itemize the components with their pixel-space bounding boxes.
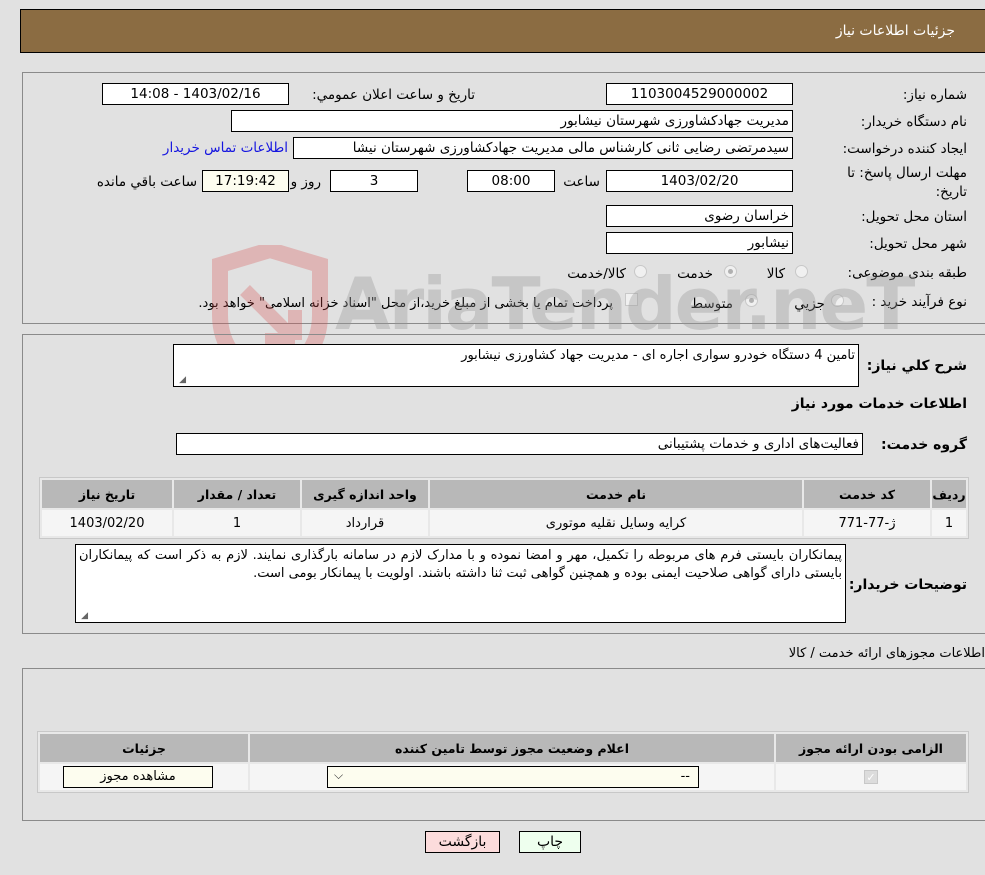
resize-grip-icon[interactable]: ◢ (176, 375, 186, 385)
buyer-contact-link[interactable]: اطلاعات تماس خريدار (163, 140, 288, 156)
deadline-time-field[interactable]: 08:00 (467, 170, 555, 192)
buyer-org-field[interactable]: مديريت جهادکشاورزی شهرستان نيشابور (231, 110, 793, 132)
permit-status-select[interactable]: -- ⌵ (327, 766, 699, 788)
col-quantity: تعداد / مقدار (174, 480, 300, 508)
time-remaining-label: ساعت باقي مانده (96, 174, 197, 190)
days-remaining-field[interactable]: 3 (330, 170, 418, 192)
buyer-notes-label: توضيحات خريدار: (848, 577, 967, 593)
page-header: جزئيات اطلاعات نياز (20, 9, 985, 53)
view-permit-button[interactable]: مشاهده مجوز (63, 766, 213, 788)
description-text: تامين 4 دستگاه خودرو سواری اجاره ای - مد… (461, 348, 855, 363)
buyer-notes-text: پيمانکاران بايستی فرم های مربوطه را تکمي… (79, 548, 842, 581)
service-group-field[interactable]: فعاليت‌های اداری و خدمات پشتيبانی (176, 433, 863, 455)
service-group-label: گروه خدمت: (881, 437, 967, 453)
cell-quantity: 1 (174, 510, 300, 536)
deadline-label: مهلت ارسال پاسخ: تا تاريخ: (847, 165, 967, 200)
back-button[interactable]: بازگشت (425, 831, 500, 853)
cell-service-name: کرايه وسايل نقليه موتوری (430, 510, 802, 536)
cell-need-date: 1403/02/20 (42, 510, 172, 536)
city-field[interactable]: نيشابور (606, 232, 793, 254)
cell-permit-details: مشاهده مجوز (40, 764, 248, 790)
cell-permit-required: ✓ (776, 764, 966, 790)
col-service-name: نام خدمت (430, 480, 802, 508)
permit-status-value: -- (680, 769, 690, 784)
permit-required-checkbox: ✓ (864, 770, 878, 784)
services-table: رديف کد خدمت نام خدمت واحد اندازه گيری ت… (39, 477, 969, 539)
description-textarea[interactable]: تامين 4 دستگاه خودرو سواری اجاره ای - مد… (173, 344, 859, 387)
deadline-date-field[interactable]: 1403/02/20 (606, 170, 793, 192)
requester-field[interactable]: سيدمرتضی رضايی ثانی کارشناس مالی مديريت … (293, 137, 793, 159)
col-permit-required: الزامی بودن ارائه مجوز (776, 734, 966, 762)
services-section-title: اطلاعات خدمات مورد نياز (791, 396, 967, 412)
print-button[interactable]: چاپ (519, 831, 581, 853)
requester-label: ايجاد کننده درخواست: (842, 141, 967, 157)
col-permit-details: جزئيات (40, 734, 248, 762)
col-need-date: تاريخ نياز (42, 480, 172, 508)
deadline-time-label: ساعت (563, 174, 600, 190)
permits-table-header: الزامی بودن ارائه مجوز اعلام وضعيت مجوز … (40, 734, 966, 762)
buyer-org-label: نام دستگاه خريدار: (860, 114, 967, 130)
description-label: شرح کلي نياز: (866, 358, 967, 374)
page-title: جزئيات اطلاعات نياز (835, 23, 955, 39)
buyer-notes-textarea[interactable]: پيمانکاران بايستی فرم های مربوطه را تکمي… (75, 544, 846, 623)
cell-service-code: ژ-77-771 (804, 510, 930, 536)
table-row: ✓ -- ⌵ مشاهده مجوز (40, 764, 966, 790)
province-label: استان محل تحويل: (861, 209, 967, 225)
resize-grip-icon[interactable]: ◢ (78, 611, 88, 621)
col-service-code: کد خدمت (804, 480, 930, 508)
announce-datetime-field[interactable]: 1403/02/16 - 14:08 (102, 83, 289, 105)
time-remaining-field: 17:19:42 (202, 170, 289, 192)
province-field[interactable]: خراسان رضوی (606, 205, 793, 227)
permits-section-title: اطلاعات مجوزهای ارائه خدمت / کالا (788, 646, 985, 661)
cell-unit: قرارداد (302, 510, 428, 536)
table-row: 1 ژ-77-771 کرايه وسايل نقليه موتوری قرار… (42, 510, 966, 536)
col-unit: واحد اندازه گيری (302, 480, 428, 508)
days-label: روز و (290, 174, 321, 190)
col-permit-status: اعلام وضعيت مجوز توسط تامين کننده (250, 734, 774, 762)
col-row-number: رديف (932, 480, 966, 508)
need-number-label: شماره نياز: (902, 87, 967, 103)
announce-datetime-label: تاريخ و ساعت اعلان عمومي: (312, 87, 475, 103)
need-number-field[interactable]: 1103004529000002 (606, 83, 793, 105)
cell-row-number: 1 (932, 510, 966, 536)
chevron-down-icon: ⌵ (334, 768, 344, 782)
permits-table: الزامی بودن ارائه مجوز اعلام وضعيت مجوز … (37, 731, 969, 793)
cell-permit-status: -- ⌵ (250, 764, 774, 790)
services-table-header: رديف کد خدمت نام خدمت واحد اندازه گيری ت… (42, 480, 966, 508)
city-label: شهر محل تحويل: (869, 236, 967, 252)
